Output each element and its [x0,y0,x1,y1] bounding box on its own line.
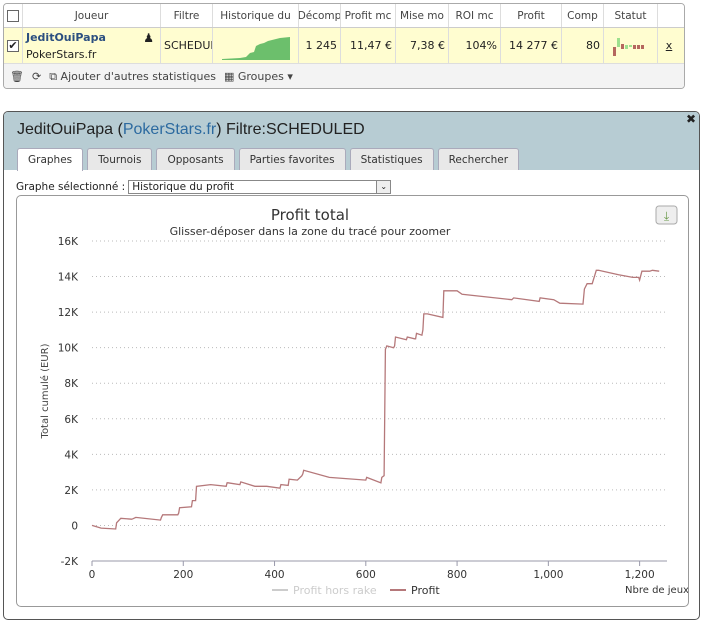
col-comp[interactable]: Comp [562,4,604,27]
select-all-checkbox[interactable] [7,9,19,22]
tab-tournois[interactable]: Tournois [87,148,153,170]
remove-player-button[interactable]: x [658,28,680,63]
panel-title: JeditOuiPapa (PokerStars.fr) Filtre:SCHE… [17,121,365,139]
legend-label: Profit [411,584,440,597]
legend-label: Profit hors rake [293,584,377,597]
row-select-cell[interactable]: ✔ [4,28,23,63]
status-bars [604,28,658,63]
table-row[interactable]: ✔ JeditOuiPapa PokerStars.fr ♟ SCHEDULED… [4,28,684,64]
x-tick-label: 400 [265,569,285,581]
tab-parties-favorites[interactable]: Parties favorites [238,148,346,170]
y-tick-label: 4K [64,449,79,461]
col-roi-moyen[interactable]: ROI mc [449,4,501,27]
profit-sparkline [213,28,299,63]
y-tick-label: 6K [64,414,79,426]
download-icon: ⤓ [664,209,670,223]
graph-select-value: Historique du profit [132,181,234,193]
y-tick-label: 12K [58,307,79,319]
tab-statistiques[interactable]: Statistiques [349,148,434,170]
profit-chart[interactable]: Profit total Glisser-déposer dans la zon… [17,196,689,606]
col-joueur[interactable]: Joueur [23,4,161,27]
graph-select-row: Graphe sélectionné : Historique du profi… [16,180,392,194]
tab-rechercher[interactable]: Rechercher [437,148,520,170]
col-mise-moyenne[interactable]: Mise mo [396,4,449,27]
roi: 104% [449,28,501,63]
trash-icon[interactable]: 🗑 [10,70,24,83]
games-count: 1 245 [299,28,341,63]
avg-profit: 11,47 € [341,28,396,63]
player-name-link[interactable]: JeditOuiPapa [26,31,106,44]
y-tick-label: 2K [64,485,79,497]
y-tick-label: -2K [61,556,79,568]
y-tick-label: 8K [64,378,79,390]
x-tick-label: 200 [173,569,193,581]
x-tick-label: 600 [356,569,376,581]
groups-button[interactable]: ▦ Groupes ▾ [224,70,293,83]
series-line-profit [91,269,660,530]
player-type-icon: ♟ [143,31,154,45]
x-tick-label: 0 [89,569,96,581]
tab-graphes[interactable]: Graphes [17,148,84,171]
chart-container: Profit total Glisser-déposer dans la zon… [16,195,689,607]
player-site: PokerStars.fr [26,47,97,61]
groups-label: Groupes [237,70,284,83]
panel-tabs: Graphes Tournois Opposants Parties favor… [17,148,520,171]
panel-header: JeditOuiPapa (PokerStars.fr) Filtre:SCHE… [4,112,699,171]
export-button[interactable]: ⤓ [655,205,678,225]
col-statut[interactable]: Statut [604,4,658,27]
graph-select-label: Graphe sélectionné : [16,181,126,193]
grid-footer: 🗑 ⟳ ⧉ Ajouter d'autres statistiques ▦ Gr… [4,64,684,88]
title-site-link[interactable]: PokerStars.fr [123,121,216,138]
close-icon[interactable]: ✖ [686,112,696,126]
x-tick-label: 1,200 [625,569,655,581]
col-historique[interactable]: Historique du [213,4,299,27]
y-tick-label: 14K [58,272,79,284]
y-tick-label: 16K [58,236,79,248]
add-stats-label: Ajouter d'autres statistiques [60,69,216,83]
col-decompte[interactable]: Décomp [299,4,341,27]
graph-select[interactable]: Historique du profit ⌄ [128,180,392,194]
profit: 14 277 € [501,28,562,63]
add-stats-button[interactable]: ⧉ Ajouter d'autres statistiques [49,70,216,84]
filter-value: SCHEDULED [161,28,213,63]
comp: 80 [562,28,604,63]
col-filtre[interactable]: Filtre [161,4,213,27]
title-filter: Filtre:SCHEDULED [221,121,365,138]
legend-item-profit[interactable]: Profit [390,584,440,597]
col-remove [658,4,680,27]
refresh-icon[interactable]: ⟳ [32,70,41,83]
title-player: JeditOuiPapa [17,121,114,138]
y-tick-label: 0 [71,520,78,532]
col-profit-moyen[interactable]: Profit mc [341,4,396,27]
title-paren-open: ( [113,121,123,138]
player-detail-panel: JeditOuiPapa (PokerStars.fr) Filtre:SCHE… [3,111,700,620]
tab-opposants[interactable]: Opposants [156,148,235,170]
player-grid: Joueur Filtre Historique du Décomp Profi… [3,3,685,89]
x-tick-label: 1,000 [533,569,563,581]
y-tick-label: 10K [58,343,79,355]
y-axis-label: Total cumulé (EUR) [39,343,51,439]
chevron-down-icon[interactable]: ⌄ [376,181,391,193]
row-checkbox[interactable]: ✔ [7,39,19,52]
chart-title: Profit total [271,206,349,224]
avg-stake: 7,38 € [396,28,449,63]
select-all-cell[interactable] [4,4,23,27]
chart-subtitle: Glisser-déposer dans la zone du tracé po… [170,225,451,238]
col-profit[interactable]: Profit [501,4,562,27]
window-icon: ⧉ [49,69,61,83]
groups-icon: ▦ [223,70,238,83]
legend-item-profit-hors-rake[interactable]: Profit hors rake [272,584,377,597]
x-tick-label: 800 [447,569,467,581]
grid-header: Joueur Filtre Historique du Décomp Profi… [4,4,684,28]
x-axis-label: Nbre de jeux [625,585,688,596]
